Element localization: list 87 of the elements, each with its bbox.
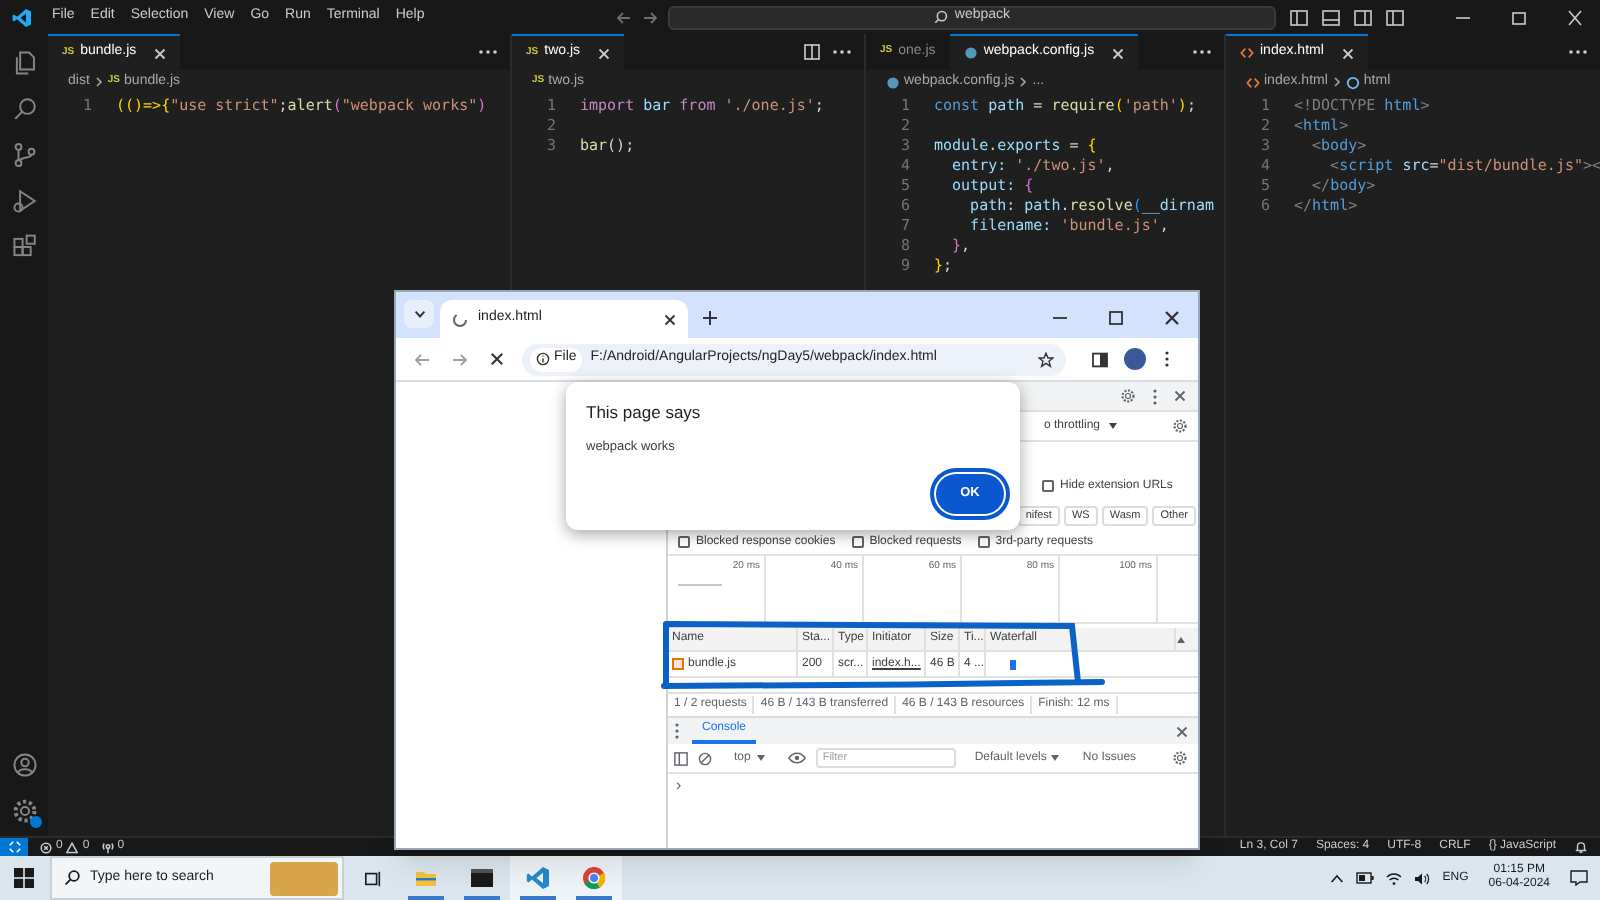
checkbox[interactable] — [678, 536, 690, 548]
layout-grid-icon[interactable] — [1386, 9, 1404, 25]
more-icon[interactable] — [1192, 48, 1212, 56]
more-icon[interactable] — [478, 48, 498, 56]
tab-search-button[interactable] — [404, 300, 434, 328]
back-arrow-icon[interactable] — [616, 9, 633, 25]
layout-panel-icon[interactable] — [1322, 9, 1340, 25]
layout-sidebar-right-icon[interactable] — [1354, 9, 1372, 25]
more-icon[interactable] — [832, 48, 852, 56]
timeline-bar — [678, 584, 722, 586]
settings-icon[interactable] — [1172, 418, 1188, 434]
caret-down-icon — [756, 754, 767, 762]
clear-icon[interactable] — [698, 751, 712, 765]
bell-icon[interactable] — [1574, 840, 1588, 854]
code-editor-icon — [526, 866, 550, 890]
console-prompt: › — [676, 774, 682, 798]
warning-icon — [66, 841, 79, 853]
caret-down-icon — [1050, 754, 1061, 762]
forward-arrow-icon[interactable] — [642, 9, 659, 25]
settings-icon[interactable] — [1120, 388, 1136, 404]
maximize-icon[interactable] — [1108, 310, 1124, 326]
close-icon[interactable] — [1176, 725, 1188, 737]
loading-icon — [452, 311, 468, 327]
terminal-icon — [470, 866, 494, 890]
checkbox[interactable] — [851, 536, 864, 548]
extensions-icon[interactable] — [11, 234, 37, 260]
element-icon — [1345, 75, 1360, 89]
eye-icon[interactable] — [788, 752, 807, 764]
search-icon — [934, 10, 949, 24]
battery-icon[interactable] — [1356, 872, 1375, 884]
info-icon — [536, 352, 550, 366]
remote-icon — [7, 840, 21, 854]
error-icon — [40, 841, 52, 853]
checkbox[interactable] — [1042, 480, 1054, 492]
more-icon[interactable] — [1568, 48, 1588, 56]
run-debug-icon[interactable] — [11, 188, 37, 214]
caret-down-icon — [413, 310, 425, 318]
profile-avatar[interactable] — [1124, 348, 1146, 370]
stop-icon[interactable] — [490, 352, 504, 366]
close-icon[interactable] — [664, 313, 676, 325]
sidebar-icon[interactable] — [674, 751, 688, 765]
config-file-icon — [963, 46, 978, 60]
gear-drawing — [11, 798, 37, 824]
task-view-icon[interactable] — [364, 869, 382, 887]
restore-icon[interactable] — [1510, 9, 1528, 25]
chevron-right-icon — [93, 76, 104, 88]
chevron-right-icon — [1018, 76, 1029, 88]
script-file-icon — [672, 658, 684, 670]
chevron-up-icon[interactable] — [1330, 873, 1345, 883]
browser-icon — [582, 866, 606, 890]
account-icon[interactable] — [11, 752, 37, 778]
remote-button[interactable] — [0, 838, 28, 856]
star-icon[interactable] — [1038, 351, 1054, 367]
windows-start-icon[interactable] — [14, 868, 34, 888]
file-explorer-icon — [414, 866, 438, 890]
vscode-logo-icon — [12, 7, 32, 27]
speaker-icon[interactable] — [1414, 871, 1431, 885]
close-icon[interactable] — [1164, 310, 1180, 326]
close-icon[interactable] — [1174, 390, 1186, 402]
dialog-title: This page says — [586, 400, 703, 426]
html-file-icon — [1240, 46, 1254, 60]
waterfall-bar — [1010, 660, 1016, 670]
files-icon[interactable] — [11, 50, 37, 76]
split-editor-icon[interactable] — [804, 44, 820, 60]
chevron-right-icon — [1331, 76, 1342, 88]
settings-icon[interactable] — [11, 798, 37, 824]
wifi-icon[interactable] — [1386, 871, 1403, 885]
search-icon — [64, 870, 80, 886]
search-highlight-illustration — [270, 861, 338, 895]
checkbox[interactable] — [977, 536, 990, 548]
back-icon[interactable] — [414, 351, 430, 367]
source-control-icon[interactable] — [11, 142, 37, 168]
broadcast-icon — [101, 841, 114, 853]
more-vertical-icon[interactable] — [1164, 350, 1170, 368]
side-panel-icon[interactable] — [1092, 351, 1108, 367]
search-icon[interactable] — [11, 96, 37, 122]
notification-icon[interactable] — [1570, 870, 1588, 886]
sort-ascending-icon[interactable] — [1176, 635, 1186, 643]
more-vertical-icon[interactable] — [674, 722, 680, 740]
layout-sidebar-icon[interactable] — [1290, 9, 1308, 25]
html-file-icon — [1246, 75, 1260, 89]
new-tab-icon[interactable] — [702, 310, 718, 326]
forward-icon[interactable] — [452, 351, 468, 367]
settings-icon[interactable] — [1172, 750, 1188, 766]
more-vertical-icon[interactable] — [1152, 387, 1158, 405]
caret-down-icon — [1108, 422, 1119, 430]
config-file-icon — [886, 75, 900, 89]
